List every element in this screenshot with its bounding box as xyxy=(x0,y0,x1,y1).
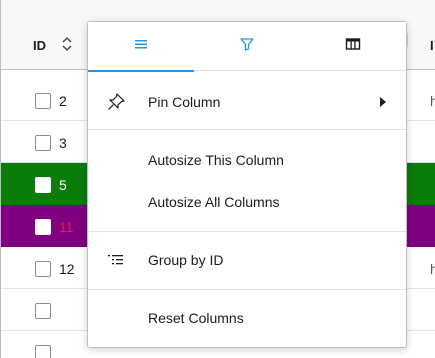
column-menu-tabs xyxy=(88,22,406,72)
cell-next: h xyxy=(430,261,435,277)
row-checkbox[interactable] xyxy=(35,345,51,358)
tab-general[interactable] xyxy=(88,22,194,72)
header-id-label[interactable]: ID xyxy=(33,38,46,53)
row-checkbox[interactable] xyxy=(35,303,51,319)
menu-item-label: Reset Columns xyxy=(148,310,244,326)
menu-item-autosize-this-column[interactable]: Autosize This Column xyxy=(88,139,406,181)
sort-icon[interactable] xyxy=(61,37,73,54)
header-next-label[interactable]: I xyxy=(430,38,434,53)
row-checkbox[interactable] xyxy=(35,261,51,277)
row-checkbox[interactable] xyxy=(35,93,51,109)
row-checkbox[interactable] xyxy=(35,219,51,235)
group-icon xyxy=(106,250,126,270)
cell-id: 5 xyxy=(59,177,67,193)
row-checkbox[interactable] xyxy=(35,177,51,193)
submenu-arrow-icon xyxy=(380,97,386,107)
data-grid: ID I 2 h 3 5 11 12 h Pin Column Autosize… xyxy=(0,0,435,358)
menu-icon xyxy=(133,37,149,56)
menu-item-label: Pin Column xyxy=(148,94,221,110)
row-checkbox[interactable] xyxy=(35,135,51,151)
menu-item-pin-column[interactable]: Pin Column xyxy=(88,81,406,123)
menu-separator xyxy=(88,231,406,232)
cell-id: 2 xyxy=(59,93,67,109)
pin-icon xyxy=(106,92,126,112)
menu-item-reset-columns[interactable]: Reset Columns xyxy=(88,297,406,339)
menu-item-label: Autosize This Column xyxy=(148,152,284,168)
menu-item-label: Autosize All Columns xyxy=(148,194,280,210)
header-resize-handle[interactable] xyxy=(407,33,408,47)
cell-id: 3 xyxy=(59,135,67,151)
menu-item-autosize-all-columns[interactable]: Autosize All Columns xyxy=(88,181,406,223)
columns-icon xyxy=(345,37,361,56)
cell-id: 11 xyxy=(59,219,74,235)
tab-filter[interactable] xyxy=(194,22,300,71)
menu-separator xyxy=(88,289,406,290)
cell-id: 12 xyxy=(59,261,75,277)
column-menu: Pin Column Autosize This Column Autosize… xyxy=(87,21,407,348)
menu-separator xyxy=(88,129,406,130)
tab-columns[interactable] xyxy=(300,22,406,71)
filter-icon xyxy=(239,36,255,57)
cell-next: h xyxy=(430,93,435,109)
menu-item-label: Group by ID xyxy=(148,252,224,268)
menu-item-group-by[interactable]: Group by ID xyxy=(88,239,406,281)
